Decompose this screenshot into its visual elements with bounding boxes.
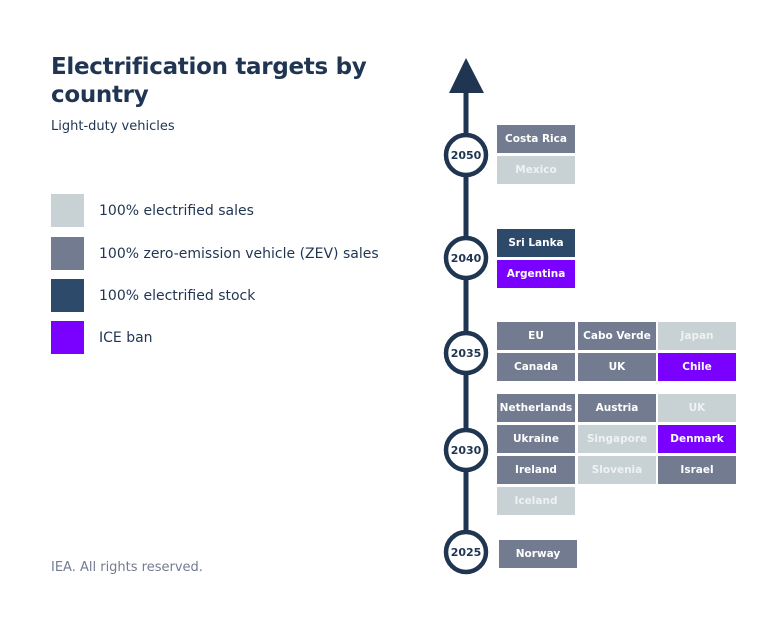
country-target-box: Sri Lanka <box>497 229 575 257</box>
country-target-box: Japan <box>658 322 736 350</box>
country-target-box: Singapore <box>578 425 656 453</box>
country-target-box: Canada <box>497 353 575 381</box>
year-node-2030: 2030 <box>443 427 489 473</box>
year-label: 2035 <box>451 347 482 360</box>
year-label: 2040 <box>451 252 482 265</box>
timeline: 2050 2040 2035 2030 2025 <box>443 58 489 575</box>
country-target-box: EU <box>497 322 575 350</box>
year-label: 2050 <box>451 149 482 162</box>
country-target-box: Cabo Verde <box>578 322 656 350</box>
country-target-box: Chile <box>658 353 736 381</box>
country-target-box: UK <box>578 353 656 381</box>
country-target-box: Mexico <box>497 156 575 184</box>
year-node-2025: 2025 <box>443 529 489 575</box>
country-target-box: Austria <box>578 394 656 422</box>
country-target-box: UK <box>658 394 736 422</box>
country-target-box: Argentina <box>497 260 575 288</box>
country-target-box: Slovenia <box>578 456 656 484</box>
country-target-box: Denmark <box>658 425 736 453</box>
country-target-box: Costa Rica <box>497 125 575 153</box>
country-target-box: Ireland <box>497 456 575 484</box>
year-label: 2030 <box>451 444 482 457</box>
country-target-box: Netherlands <box>497 394 575 422</box>
year-label: 2025 <box>451 546 482 559</box>
year-node-2050: 2050 <box>443 132 489 178</box>
arrow-up-icon <box>449 58 484 93</box>
country-target-box: Iceland <box>497 487 575 515</box>
country-target-box: Ukraine <box>497 425 575 453</box>
year-node-2040: 2040 <box>443 235 489 281</box>
country-target-box: Norway <box>499 540 577 568</box>
country-target-box: Israel <box>658 456 736 484</box>
year-node-2035: 2035 <box>443 330 489 376</box>
